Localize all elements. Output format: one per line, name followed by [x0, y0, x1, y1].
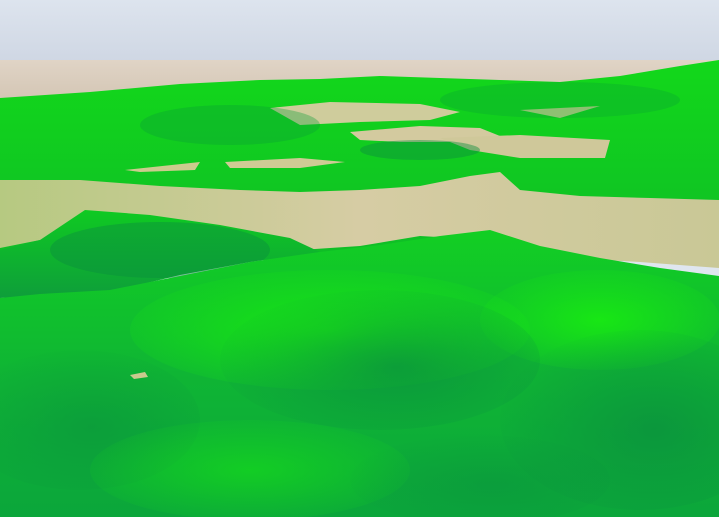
fg-shadow-1	[220, 290, 540, 430]
terrain-viewport[interactable]	[0, 0, 719, 517]
shadow-streak-3	[360, 140, 480, 160]
shadow-streak-2	[440, 82, 680, 118]
sky	[0, 0, 719, 70]
terrain-canvas[interactable]	[0, 0, 719, 517]
shadow-streak-1	[140, 105, 320, 145]
